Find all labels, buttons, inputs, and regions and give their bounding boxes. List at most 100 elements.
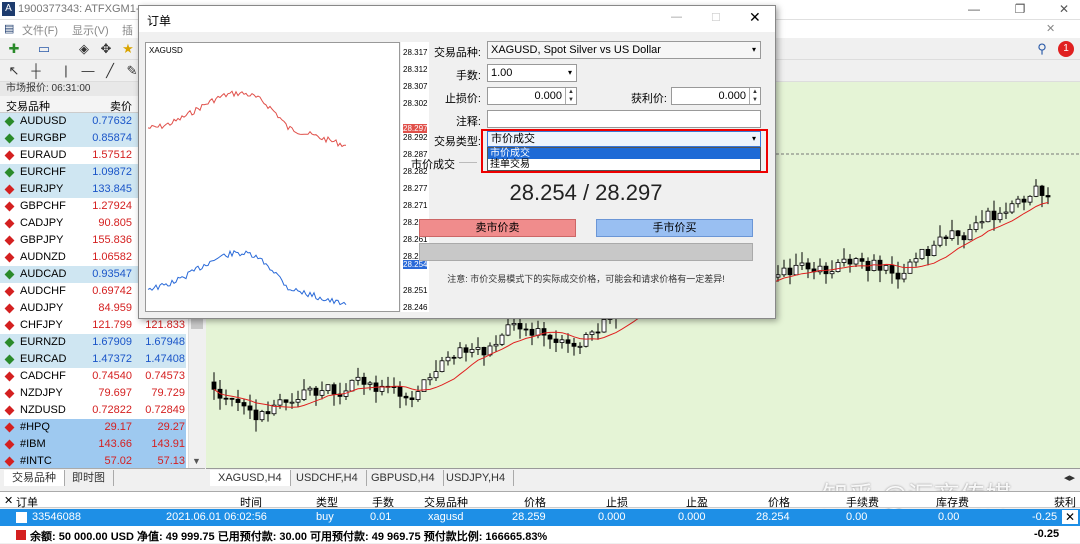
dialog-minimize-button[interactable]: — <box>671 11 682 23</box>
candle-body <box>349 379 355 392</box>
col-type[interactable]: 类型 <box>316 494 338 510</box>
candle-body <box>559 339 565 343</box>
market-symbol: CADCHF <box>20 370 66 382</box>
col-symbol-term[interactable]: 交易品种 <box>424 494 468 510</box>
market-row[interactable]: #IBM 143.66 143.91 <box>0 436 186 453</box>
sl-value: 0.000 <box>534 90 562 102</box>
vertical-line-icon[interactable]: | <box>58 63 74 79</box>
comment-input[interactable] <box>487 110 761 128</box>
close-button[interactable]: ✕ <box>1050 2 1078 18</box>
candle-body <box>235 398 241 403</box>
col-price2[interactable]: 价格 <box>768 494 790 510</box>
market-symbol: EURCHF <box>20 166 66 178</box>
col-swap[interactable]: 库存费 <box>936 494 969 510</box>
maximize-button[interactable]: ❐ <box>1006 2 1034 18</box>
row-close-icon[interactable]: ✕ <box>1062 510 1078 524</box>
menu-insert[interactable]: 插 <box>122 22 133 38</box>
market-row[interactable]: EURCAD 1.47372 1.47408 <box>0 351 186 368</box>
col-order[interactable]: 订单 <box>16 494 38 510</box>
col-time[interactable]: 时间 <box>240 494 262 510</box>
price-ask: 28.297 <box>595 180 663 205</box>
menu-view[interactable]: 显示(V) <box>72 22 109 38</box>
menu-file[interactable]: 文件(F) <box>22 22 58 38</box>
market-symbol: #IBM <box>20 438 46 450</box>
candle-body <box>967 229 973 241</box>
candle-body <box>949 230 955 239</box>
chart-tab-usdjpy[interactable]: USDJPY,H4 <box>438 470 515 486</box>
new-chart-icon[interactable]: ✚ <box>6 41 22 57</box>
market-row[interactable]: CHFJPY 121.799 121.833 <box>0 317 186 334</box>
chart-tab-usdchf[interactable]: USDCHF,H4 <box>288 470 367 486</box>
trendline-icon[interactable]: ╱ <box>102 63 118 79</box>
candle-body <box>925 248 931 256</box>
col-profit[interactable]: 获利 <box>1054 494 1076 510</box>
symbol-label: 交易品种: <box>433 47 481 59</box>
market-watch-tabs: 交易品种 即时图 <box>0 468 205 486</box>
profiles-icon[interactable]: ▭ <box>36 41 52 57</box>
up-arrow-icon <box>4 337 15 348</box>
tab-ticks[interactable]: 即时图 <box>64 470 114 486</box>
favorites-icon[interactable]: ★ <box>120 41 136 57</box>
tp-stepper[interactable]: ▲ ▼ <box>749 88 760 104</box>
col-commission[interactable]: 手续费 <box>846 494 879 510</box>
candle-body <box>589 331 595 335</box>
col-symbol[interactable]: 交易品种 <box>6 98 50 114</box>
candle-body <box>1015 198 1021 205</box>
dialog-close-button[interactable]: ✕ <box>749 9 761 26</box>
col-price[interactable]: 价格 <box>524 494 546 510</box>
cell-swap: 0.00 <box>938 511 960 523</box>
market-row[interactable]: NZDJPY 79.697 79.729 <box>0 385 186 402</box>
candle-body <box>505 324 511 336</box>
minimize-button[interactable]: — <box>960 2 988 18</box>
scroll-down-icon[interactable]: ▼ <box>192 456 201 466</box>
buy-by-market-button[interactable]: 手市价买 <box>596 219 753 237</box>
sl-input[interactable]: 0.000 ▲ ▼ <box>487 87 577 105</box>
down-arrow-icon <box>4 150 15 161</box>
volume-value: 1.00 <box>491 67 513 79</box>
sell-by-market-button[interactable]: 卖市价卖 <box>419 219 576 237</box>
menu-icon[interactable]: ▤ <box>4 22 14 35</box>
tab-symbols[interactable]: 交易品种 <box>4 470 65 486</box>
market-bid: 0.72822 <box>92 404 132 416</box>
type-label: 交易类型: <box>433 136 481 148</box>
dialog-title: 订单 <box>147 14 172 28</box>
notifications-icon[interactable]: 1 <box>1058 41 1074 57</box>
tabs-scroll-icon[interactable]: ◂▸ <box>1056 470 1080 486</box>
market-row[interactable]: CADCHF 0.74540 0.74573 <box>0 368 186 385</box>
col-sl[interactable]: 止损 <box>606 494 628 510</box>
tp-input[interactable]: 0.000 ▲ ▼ <box>671 87 761 105</box>
market-row[interactable]: NZDUSD 0.72822 0.72849 <box>0 402 186 419</box>
terminal-close-icon[interactable]: ✕ <box>4 494 13 507</box>
candle-body <box>1021 198 1027 203</box>
market-watch-icon[interactable]: ◈ <box>76 41 92 57</box>
market-row[interactable]: EURNZD 1.67909 1.67948 <box>0 334 186 351</box>
candle-body <box>415 391 421 401</box>
col-tp[interactable]: 止盈 <box>686 494 708 510</box>
market-bid: 0.77632 <box>92 115 132 127</box>
candle-body <box>445 356 451 362</box>
chart-tab-xagusd[interactable]: XAGUSD,H4 <box>210 470 291 486</box>
sl-stepper[interactable]: ▲ ▼ <box>565 88 576 104</box>
crosshair-icon[interactable]: ┼ <box>28 63 44 79</box>
chart-tab-gbpusd[interactable]: GBPUSD,H4 <box>363 470 444 486</box>
cell-type: buy <box>316 511 334 523</box>
market-bid: 1.47372 <box>92 353 132 365</box>
candle-body <box>511 323 517 326</box>
market-row[interactable]: #INTC 57.02 57.13 <box>0 453 186 468</box>
tp-value: 0.000 <box>718 90 746 102</box>
candle-body <box>265 411 271 415</box>
symbol-select[interactable]: XAGUSD, Spot Silver vs US Dollar ▾ <box>487 41 761 59</box>
market-row[interactable]: #HPQ 29.17 29.27 <box>0 419 186 436</box>
candle-body <box>241 402 247 407</box>
navigator-icon[interactable]: ✥ <box>98 41 114 57</box>
candle-body <box>901 272 907 280</box>
table-row[interactable]: 33546088 2021.06.01 06:02:56 buy 0.01 xa… <box>0 509 1080 526</box>
candle-body <box>493 343 499 347</box>
col-volume[interactable]: 手数 <box>372 494 394 510</box>
horizontal-line-icon[interactable]: — <box>80 63 96 79</box>
search-icon[interactable]: ⚲ <box>1034 41 1050 57</box>
col-bid[interactable]: 卖价 <box>110 98 132 114</box>
close-doc-icon[interactable]: ✕ <box>1046 22 1055 35</box>
volume-select[interactable]: 1.00 ▾ <box>487 64 577 82</box>
cursor-icon[interactable]: ↖ <box>6 63 22 79</box>
